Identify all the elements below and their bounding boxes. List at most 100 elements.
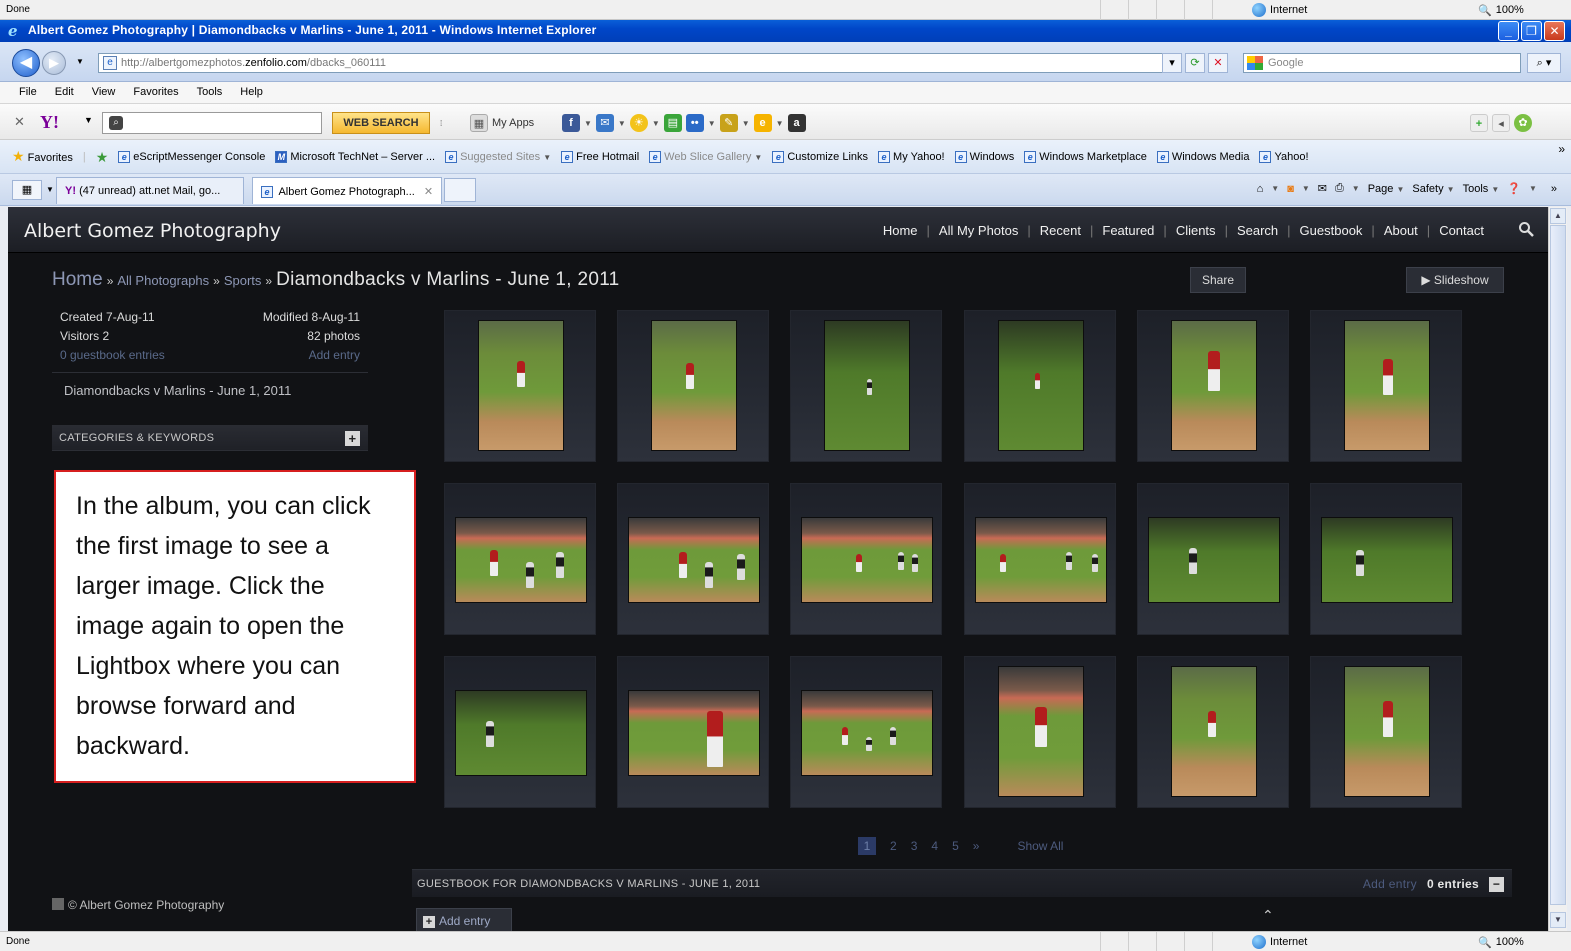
photo-tile[interactable] — [964, 656, 1116, 808]
favorites-overflow-icon[interactable]: » — [1558, 142, 1565, 156]
nav-home[interactable]: Home — [883, 223, 918, 238]
tab-albert-gomez[interactable]: e Albert Gomez Photograph... ✕ — [252, 177, 442, 204]
feeds-icon[interactable]: ◙ — [1287, 183, 1294, 195]
close-tab-icon[interactable]: ✕ — [424, 186, 433, 198]
nav-recent[interactable]: Recent — [1040, 223, 1081, 238]
photo-thumbnail[interactable] — [1321, 517, 1453, 603]
site-search-icon[interactable] — [1518, 221, 1534, 237]
mail-icon[interactable]: ✉ — [595, 114, 614, 132]
photo-thumbnail[interactable] — [975, 517, 1107, 603]
photo-tile[interactable] — [1310, 656, 1462, 808]
scroll-down-icon[interactable]: ▼ — [1550, 912, 1566, 928]
photo-tile[interactable] — [1137, 310, 1289, 462]
page-3[interactable]: 3 — [911, 839, 918, 853]
add-icon[interactable]: + — [1470, 114, 1488, 132]
notepad-icon[interactable]: ✎ — [719, 114, 738, 132]
breadcrumb-home[interactable]: Home — [52, 269, 103, 291]
menu-help[interactable]: Help — [231, 82, 272, 103]
yahoo-logo-icon[interactable]: Y! — [40, 112, 59, 133]
zoom-control[interactable]: 🔍 100% — [1478, 934, 1524, 950]
back-button[interactable]: ◀ — [12, 49, 40, 77]
rss-icon[interactable] — [52, 898, 64, 910]
fav-link-webslice[interactable]: e Web Slice Gallery ▼ — [649, 151, 762, 163]
photo-thumbnail[interactable] — [628, 517, 760, 603]
photo-tile[interactable] — [964, 310, 1116, 462]
page-4[interactable]: 4 — [931, 839, 938, 853]
photo-tile[interactable] — [790, 656, 942, 808]
fav-link-yahoo[interactable]: e Yahoo! — [1259, 151, 1309, 163]
read-mail-icon[interactable]: ✉ — [1318, 182, 1327, 195]
nav-search[interactable]: Search — [1237, 223, 1278, 238]
vertical-scrollbar[interactable]: ▲ ▼ — [1548, 207, 1567, 931]
fav-link-hotmail[interactable]: e Free Hotmail — [561, 151, 639, 163]
safety-menu[interactable]: Safety ▼ — [1412, 183, 1454, 195]
facebook-icon[interactable]: f — [562, 114, 580, 132]
forward-button[interactable]: ▶ — [42, 51, 66, 75]
photo-tile[interactable] — [444, 483, 596, 635]
slideshow-button[interactable]: ▶ Slideshow — [1406, 267, 1504, 293]
show-all-link[interactable]: Show All — [1017, 839, 1063, 853]
scroll-left-icon[interactable]: ◂ — [1492, 114, 1510, 132]
history-dropdown-icon[interactable]: ▼ — [76, 57, 84, 66]
photo-thumbnail[interactable] — [1171, 320, 1257, 451]
guestbook-add-entry-link[interactable]: Add entry — [1363, 870, 1417, 898]
yahoo-search-input[interactable]: ⌕ — [102, 112, 322, 134]
fav-link-media[interactable]: e Windows Media — [1156, 151, 1249, 163]
photo-tile[interactable] — [617, 310, 769, 462]
menu-edit[interactable]: Edit — [46, 82, 83, 103]
fav-link-marketplace[interactable]: e Windows Marketplace — [1024, 151, 1147, 163]
yahoo-dropdown-icon[interactable]: ▼ — [84, 115, 93, 125]
stop-icon[interactable]: ✕ — [1208, 53, 1228, 73]
url-dropdown-icon[interactable]: ▾ — [1162, 53, 1182, 73]
menu-favorites[interactable]: Favorites — [124, 82, 187, 103]
page-menu[interactable]: Page ▼ — [1368, 183, 1405, 195]
page-2[interactable]: 2 — [890, 839, 897, 853]
home-icon[interactable]: ⌂ — [1257, 183, 1264, 195]
next-page[interactable]: » — [973, 839, 980, 853]
fav-link-windows[interactable]: e Windows — [954, 151, 1014, 163]
scroll-thumb[interactable] — [1550, 225, 1566, 905]
web-search-button[interactable]: WEB SEARCH — [332, 112, 430, 134]
menu-file[interactable]: File — [10, 82, 46, 103]
nav-all-my-photos[interactable]: All My Photos — [939, 223, 1018, 238]
help-icon[interactable]: ❓ — [1507, 182, 1521, 195]
ebay-icon[interactable]: e — [753, 114, 772, 132]
photo-thumbnail[interactable] — [651, 320, 737, 451]
tab-att-mail[interactable]: Y! (47 unread) att.net Mail, go... — [56, 177, 244, 204]
photo-tile[interactable] — [1310, 310, 1462, 462]
weather-icon[interactable]: ☀ — [629, 114, 648, 132]
photo-thumbnail[interactable] — [478, 320, 564, 451]
url-input[interactable]: e http://albertgomezphotos.zenfolio.com/… — [98, 53, 1180, 73]
photo-tile[interactable] — [444, 310, 596, 462]
print-icon[interactable]: ⎙ — [1335, 182, 1344, 195]
photo-thumbnail[interactable] — [998, 320, 1084, 451]
amazon-icon[interactable]: a — [787, 114, 806, 132]
photo-thumbnail[interactable] — [824, 320, 910, 451]
expand-plus-icon[interactable]: + — [345, 431, 360, 446]
collapse-minus-icon[interactable]: − — [1489, 876, 1504, 892]
photo-tile[interactable] — [617, 656, 769, 808]
flickr-icon[interactable]: •• — [685, 114, 704, 132]
photo-thumbnail[interactable] — [801, 690, 933, 776]
photo-tile[interactable] — [1310, 483, 1462, 635]
nav-guestbook[interactable]: Guestbook — [1300, 223, 1363, 238]
fav-link-customize[interactable]: e Customize Links — [772, 151, 868, 163]
menu-view[interactable]: View — [83, 82, 125, 103]
close-button[interactable]: ✕ — [1544, 21, 1565, 41]
menu-tools[interactable]: Tools — [188, 82, 232, 103]
site-name[interactable]: Albert Gomez Photography — [24, 220, 281, 242]
restore-button[interactable]: ❐ — [1521, 21, 1542, 41]
photo-thumbnail[interactable] — [1148, 517, 1280, 603]
nav-clients[interactable]: Clients — [1176, 223, 1216, 238]
minimize-button[interactable]: _ — [1498, 21, 1519, 41]
nav-featured[interactable]: Featured — [1102, 223, 1154, 238]
photo-tile[interactable] — [790, 483, 942, 635]
fav-link-escript[interactable]: e eScriptMessenger Console — [118, 151, 265, 163]
page-5[interactable]: 5 — [952, 839, 959, 853]
add-favorite-icon[interactable]: ★ — [96, 150, 109, 164]
my-apps-button[interactable]: ▦ My Apps — [470, 113, 534, 133]
photo-thumbnail[interactable] — [455, 690, 587, 776]
photo-tile[interactable] — [1137, 483, 1289, 635]
fav-link-myyahoo[interactable]: e My Yahoo! — [878, 151, 945, 163]
share-button[interactable]: Share — [1190, 267, 1246, 293]
